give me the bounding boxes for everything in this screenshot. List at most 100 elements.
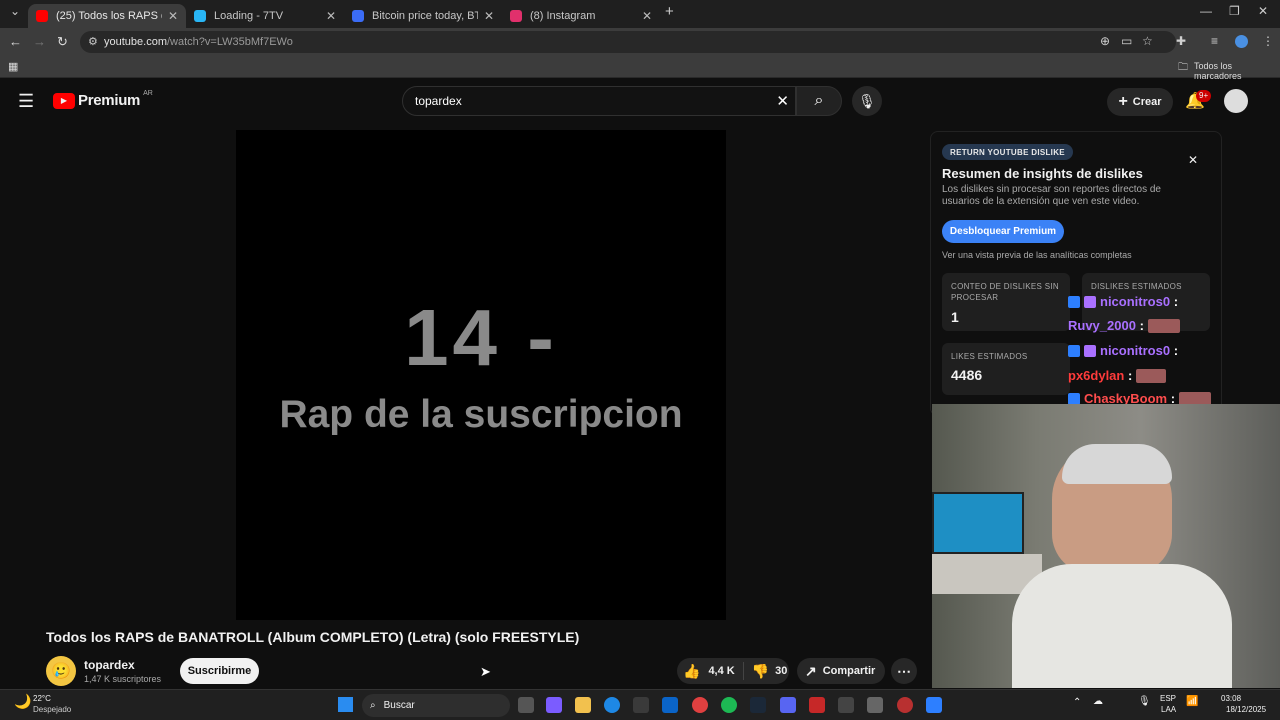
weather-temp[interactable]: 22°C	[33, 694, 51, 703]
back-icon[interactable]: ←	[9, 34, 22, 49]
all-bookmarks-label[interactable]: Todos los marcadores	[1194, 61, 1280, 81]
sub-badge-icon	[1084, 344, 1096, 357]
steam-icon[interactable]	[750, 697, 766, 713]
more-actions-icon[interactable]: ⋯	[891, 658, 917, 684]
tab-title: (8) Instagram	[530, 10, 596, 22]
close-tab-icon[interactable]: ✕	[326, 9, 336, 23]
unlock-premium-button[interactable]: Desbloquear Premium	[942, 220, 1064, 243]
wifi-icon[interactable]: 📶	[1186, 696, 1198, 707]
spotify-icon[interactable]	[721, 697, 737, 713]
address-toolbar: ← → ↻ youtube.com/watch?v=LW35bMf7EWo ⚙ …	[0, 28, 1280, 56]
keyboard-layout[interactable]: LAA	[1161, 705, 1176, 714]
copilot-icon[interactable]	[546, 697, 562, 713]
7tv-favicon-icon	[194, 10, 206, 22]
tab-youtube[interactable]: (25) Todos los RAPS de BANATROLL ✕	[28, 4, 186, 28]
divider	[742, 662, 744, 680]
close-window-icon[interactable]: ✕	[1258, 4, 1268, 18]
app-icon[interactable]	[838, 697, 854, 713]
clock-time[interactable]: 03:08	[1221, 694, 1241, 703]
reload-icon[interactable]: ↻	[57, 34, 68, 50]
estimated-likes-label: LIKES ESTIMADOS	[951, 352, 1028, 361]
tray-chevron-icon[interactable]: ⌃	[1073, 697, 1081, 708]
like-count[interactable]: 4,4 K	[708, 665, 734, 677]
search-icon: ⌕	[370, 700, 376, 711]
channel-name[interactable]: topardex	[84, 658, 135, 672]
streamer-shirt	[1012, 564, 1232, 688]
search-button[interactable]: ⌕	[796, 86, 842, 116]
ryd-badge: RETURN YOUTUBE DISLIKE	[942, 144, 1073, 160]
tab-bitcoin[interactable]: Bitcoin price today, BTC to USD ✕	[344, 4, 502, 28]
account-avatar[interactable]	[1224, 89, 1248, 113]
discord-icon[interactable]	[780, 697, 796, 713]
mic-tray-icon[interactable]: 🎙	[1138, 696, 1151, 707]
region-code: AR	[143, 90, 153, 97]
notification-count-badge: 9+	[1196, 90, 1212, 102]
video-player[interactable]: 14 - Rap de la suscripcion	[236, 130, 726, 620]
profile-icon[interactable]	[1235, 35, 1248, 48]
chat-username: px6dylan	[1068, 368, 1125, 383]
chat-badge-icon	[1068, 344, 1080, 357]
subscribe-button[interactable]: Suscribirme	[180, 658, 259, 684]
youtube-premium-logo[interactable]: ▶ Premium AR	[53, 90, 153, 109]
chat-badge-icon	[1068, 392, 1080, 404]
tab-7tv[interactable]: Loading - 7TV ✕	[186, 4, 344, 28]
new-tab-icon[interactable]: +	[665, 3, 674, 20]
clear-search-icon[interactable]: ✕	[776, 92, 789, 110]
outlook-icon[interactable]	[662, 697, 678, 713]
chat-message: niconitros0 :	[1068, 294, 1178, 309]
zoom-icon[interactable]: ⊕	[1100, 34, 1110, 48]
video-overlay-number: 14 -	[404, 293, 558, 382]
edge-icon[interactable]	[604, 697, 620, 713]
weather-desc[interactable]: Despejado	[33, 705, 71, 714]
taskbar-search-input[interactable]: ⌕ Buscar	[362, 694, 510, 717]
tab-title: (25) Todos los RAPS de BANATROLL	[56, 10, 162, 22]
create-button[interactable]: + Crear	[1107, 88, 1173, 116]
file-explorer-icon[interactable]	[575, 697, 591, 713]
chrome-icon[interactable]	[692, 697, 708, 713]
dislike-thumb-icon[interactable]: 👎	[752, 663, 769, 680]
cast-icon[interactable]: ▭	[1121, 34, 1132, 48]
star-icon[interactable]: ☆	[1142, 34, 1153, 48]
chat-username: ChaskyBoom	[1084, 391, 1168, 404]
share-button[interactable]: ↗ Compartir	[797, 658, 885, 684]
app-icon[interactable]	[926, 697, 942, 713]
close-tab-icon[interactable]: ✕	[484, 9, 494, 23]
obs-icon[interactable]	[897, 697, 913, 713]
media-icon[interactable]: ≡	[1211, 34, 1218, 48]
close-tab-icon[interactable]: ✕	[168, 9, 178, 23]
app-icon[interactable]	[867, 697, 883, 713]
hamburger-menu-icon[interactable]: ☰	[18, 91, 34, 112]
site-info-icon[interactable]: ⚙	[88, 35, 98, 48]
tray-icon[interactable]: ☁	[1093, 696, 1103, 707]
url-field[interactable]: youtube.com/watch?v=LW35bMf7EWo	[80, 31, 1176, 53]
bookmarks-bar: ▦ 🗀 Todos los marcadores	[0, 56, 1280, 81]
tab-search-icon[interactable]: ⌄	[10, 4, 20, 18]
task-view-icon[interactable]	[518, 697, 534, 713]
chat-message: niconitros0 :	[1068, 343, 1178, 358]
windows-taskbar: 🌙 22°C Despejado ⌕ Buscar ⌃ ☁ 🎙 ESP LAA 📶…	[0, 689, 1280, 720]
channel-avatar[interactable]: 🥲	[46, 656, 76, 686]
close-tab-icon[interactable]: ✕	[642, 9, 652, 23]
apps-grid-icon[interactable]: ▦	[8, 60, 18, 73]
tab-instagram[interactable]: (8) Instagram ✕	[502, 4, 660, 28]
like-thumb-icon[interactable]: 👍	[683, 663, 700, 680]
preview-analytics-link[interactable]: Ver una vista previa de las analíticas c…	[942, 250, 1132, 260]
voice-search-button[interactable]: 🎙	[852, 86, 882, 116]
video-overlay-text: Rap de la suscripcion	[279, 393, 683, 436]
dislike-count[interactable]: 30	[775, 665, 787, 677]
search-input[interactable]: topardex ✕	[402, 86, 796, 116]
minimize-icon[interactable]: —	[1200, 4, 1212, 18]
forward-icon[interactable]: →	[33, 34, 46, 49]
store-icon[interactable]	[633, 697, 649, 713]
extensions-icon[interactable]: ✚	[1176, 34, 1186, 48]
language-indicator[interactable]: ESP	[1160, 694, 1176, 703]
close-panel-icon[interactable]: ✕	[1188, 153, 1198, 167]
tab-title: Bitcoin price today, BTC to USD	[372, 10, 478, 22]
search-value: topardex	[415, 94, 462, 108]
clock-date[interactable]: 18/12/2025	[1226, 705, 1266, 714]
menu-dots-icon[interactable]: ⋮	[1262, 34, 1274, 48]
restore-icon[interactable]: ❐	[1229, 4, 1240, 18]
start-windows-icon[interactable]	[338, 697, 353, 712]
app-icon[interactable]	[809, 697, 825, 713]
youtube-masthead: ☰ ▶ Premium AR topardex ✕ ⌕ 🎙 + Crear 🔔 9…	[0, 80, 1280, 124]
